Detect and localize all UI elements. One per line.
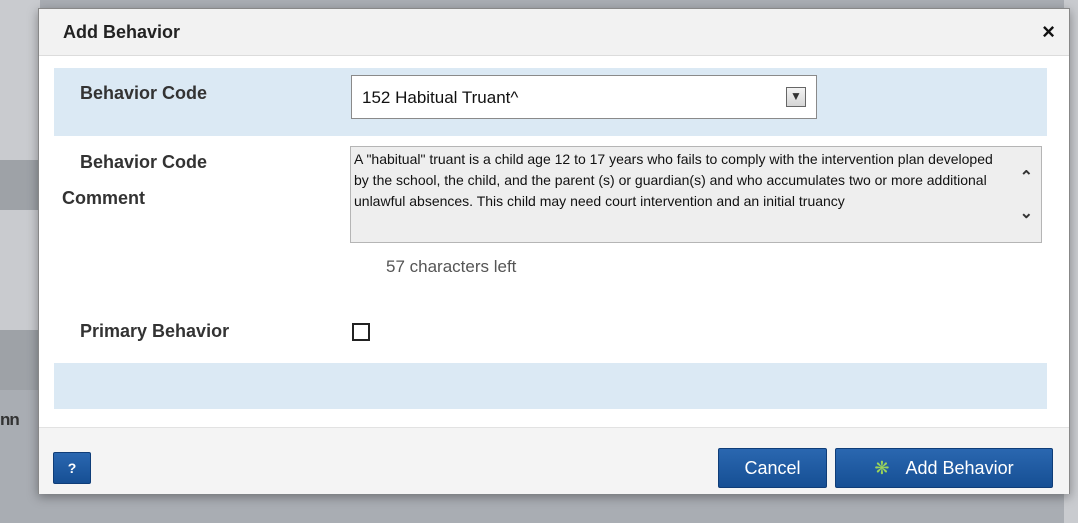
chevron-up-icon[interactable]: ⌃: [1020, 167, 1033, 187]
empty-row: [54, 363, 1047, 409]
chevron-down-icon[interactable]: ⌄: [1020, 203, 1033, 223]
background-panel: [0, 0, 40, 160]
chevron-down-icon[interactable]: ▼: [786, 87, 806, 107]
dialog-title: Add Behavior: [63, 22, 181, 42]
primary-behavior-checkbox[interactable]: [352, 323, 370, 341]
background-panel: [0, 330, 40, 390]
comment-label-line1: Behavior Code: [80, 152, 208, 172]
behavior-code-label: Behavior Code: [80, 83, 208, 103]
characters-left: 57 characters left: [386, 257, 517, 276]
comment-label-line2: Comment: [62, 188, 146, 208]
behavior-code-value: 152 Habitual Truant^: [362, 88, 519, 107]
add-behavior-button[interactable]: ❋ Add Behavior: [835, 448, 1053, 488]
add-behavior-dialog: Add Behavior × Behavior Code 152 Habitua…: [38, 8, 1070, 494]
background-panel: [0, 160, 40, 210]
cancel-button[interactable]: Cancel: [718, 448, 827, 488]
cancel-label: Cancel: [744, 457, 801, 478]
background-text: nn: [0, 410, 20, 429]
behavior-code-select[interactable]: 152 Habitual Truant^ ▼: [351, 75, 817, 119]
close-icon[interactable]: ×: [1042, 19, 1055, 45]
comment-textarea[interactable]: A "habitual" truant is a child age 12 to…: [350, 146, 1042, 243]
help-button[interactable]: ?: [53, 452, 91, 484]
comment-text: A "habitual" truant is a child age 12 to…: [354, 151, 993, 209]
dialog-titlebar: Add Behavior ×: [39, 9, 1069, 56]
add-behavior-label: Add Behavior: [905, 457, 1014, 478]
gear-icon: ❋: [874, 457, 890, 478]
primary-behavior-label: Primary Behavior: [80, 321, 230, 341]
background-panel: [0, 210, 40, 330]
